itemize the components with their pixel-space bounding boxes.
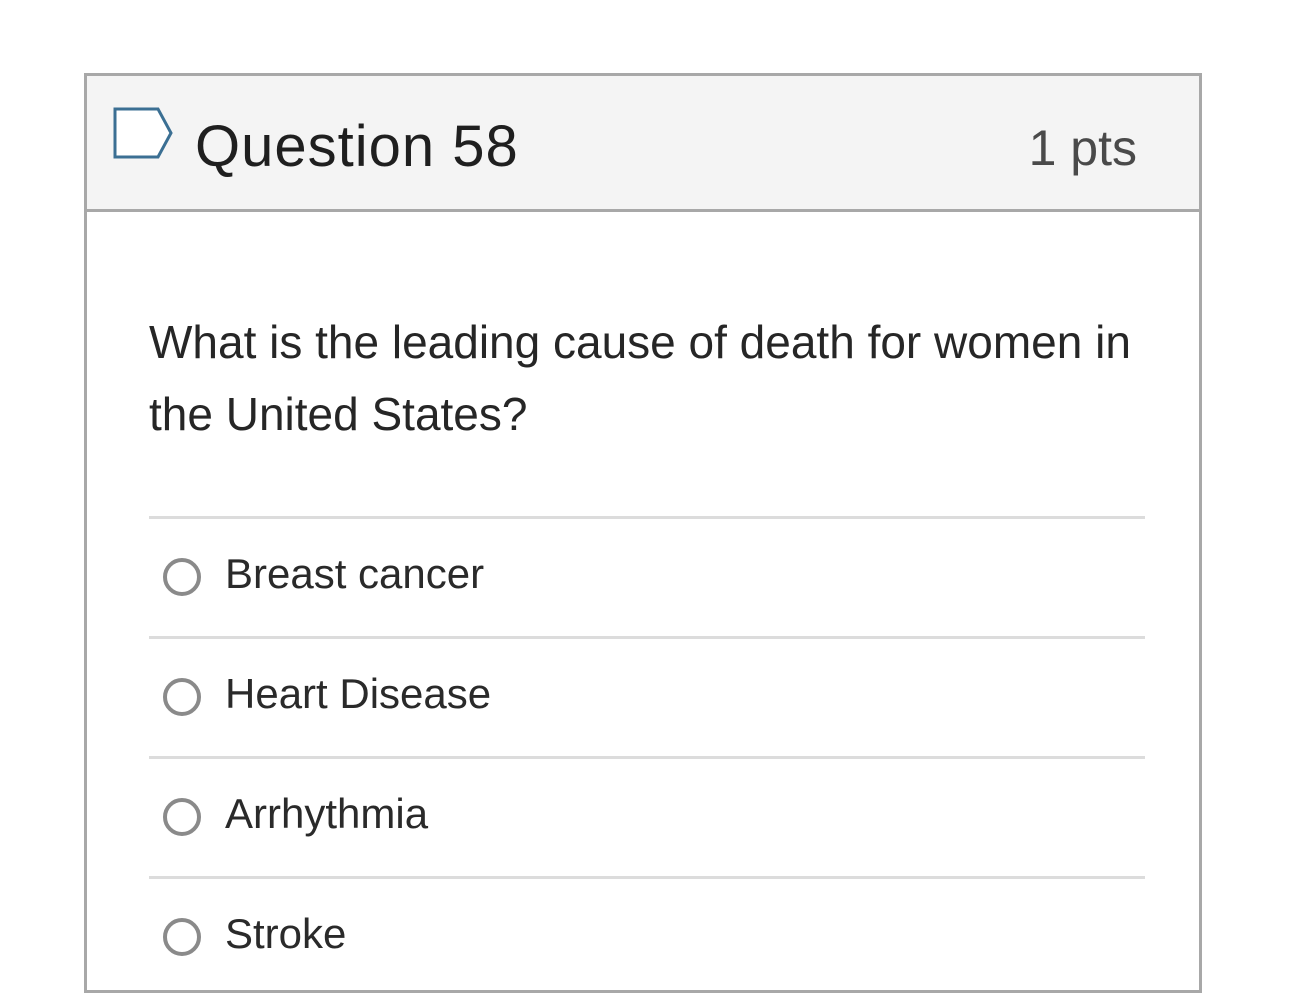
question-text: What is the leading cause of death for w… — [149, 316, 1131, 440]
radio-button[interactable] — [163, 918, 201, 956]
question-card: Question 58 1 pts What is the leading ca… — [84, 73, 1202, 993]
answer-label: Arrhythmia — [225, 790, 429, 837]
answer-label: Heart Disease — [225, 670, 492, 717]
answer-option-heart-disease[interactable]: Heart Disease — [149, 636, 1145, 756]
answer-option-arrhythmia[interactable]: Arrhythmia — [149, 756, 1145, 876]
answer-option-breast-cancer[interactable]: Breast cancer — [149, 516, 1145, 636]
answer-label: Breast cancer — [225, 550, 485, 597]
answer-option-stroke[interactable]: Stroke — [149, 876, 1145, 996]
radio-button[interactable] — [163, 558, 201, 596]
answer-list: Breast cancer Heart Disease Arrhythmia S… — [149, 516, 1145, 996]
radio-button[interactable] — [163, 678, 201, 716]
question-points: 1 pts — [1028, 120, 1137, 176]
radio-button[interactable] — [163, 798, 201, 836]
question-header: Question 58 1 pts — [87, 76, 1199, 212]
answer-label: Stroke — [225, 910, 347, 957]
flag-question-icon[interactable] — [112, 106, 174, 160]
question-title: Question 58 — [195, 114, 519, 179]
